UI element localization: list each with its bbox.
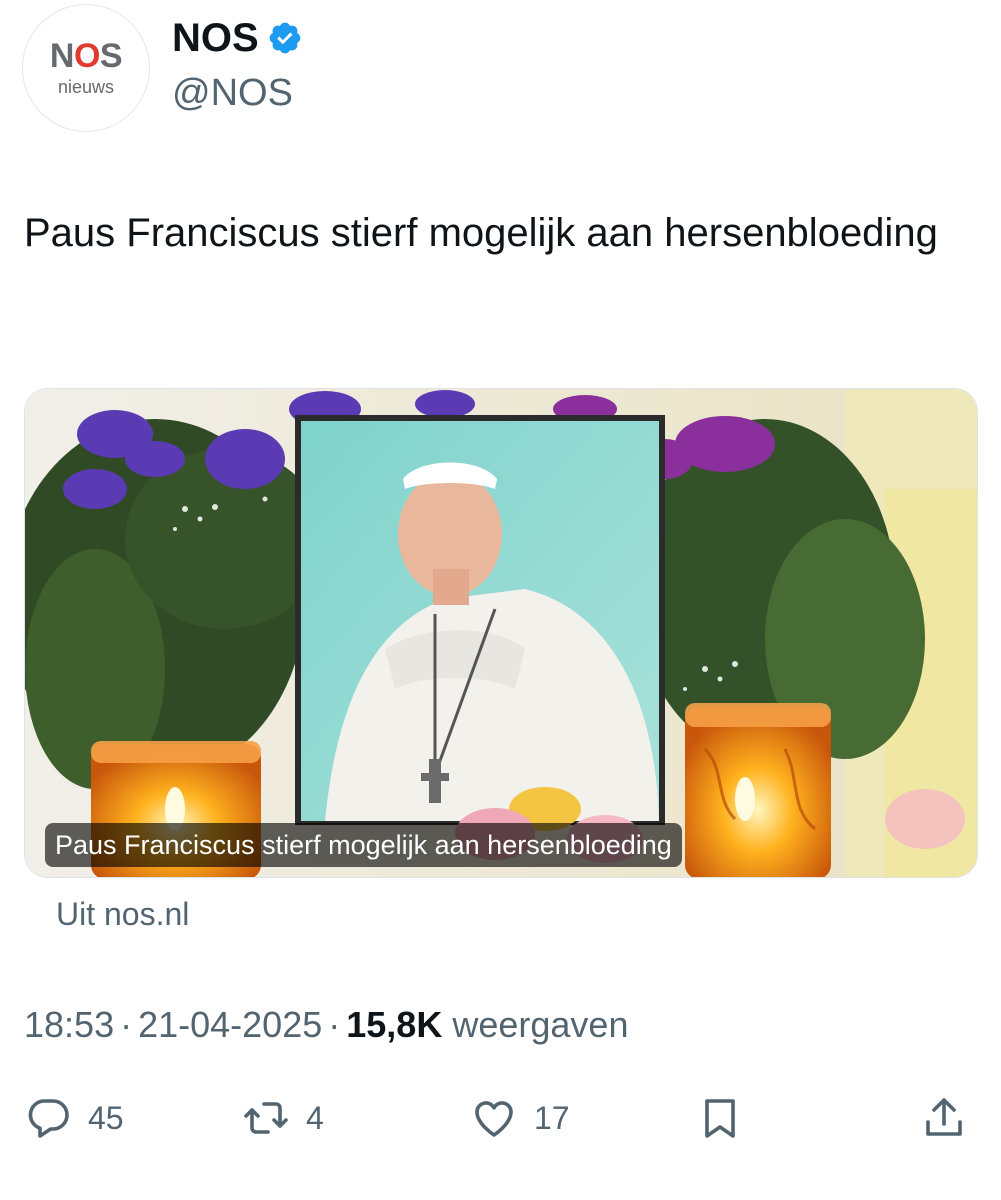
card-image-title: Paus Franciscus stierf mogelijk aan hers…	[45, 823, 682, 867]
tweet-time[interactable]: 18:53	[24, 1004, 114, 1045]
tweet-date[interactable]: 21-04-2025	[138, 1004, 322, 1045]
author-name[interactable]: NOS	[172, 14, 259, 62]
author-handle[interactable]: @NOS	[172, 70, 293, 116]
meta-separator: ·	[328, 1004, 341, 1045]
views-count: 15,8K	[346, 1004, 443, 1045]
retweet-icon	[244, 1102, 288, 1134]
bookmark-icon	[705, 1099, 735, 1138]
reply-icon	[28, 1099, 69, 1138]
like-count: 17	[534, 1099, 570, 1136]
link-card[interactable]: Paus Franciscus stierf mogelijk aan hers…	[24, 388, 978, 878]
reply-count: 45	[88, 1099, 124, 1136]
reply-button[interactable]: 45	[24, 1088, 124, 1148]
link-card-image	[25, 389, 977, 877]
share-icon	[926, 1098, 962, 1136]
author-name-row[interactable]: NOS	[172, 14, 303, 62]
retweet-button[interactable]: 4	[242, 1088, 324, 1148]
views-label: weergaven	[452, 1004, 629, 1045]
bookmark-button[interactable]	[696, 1088, 744, 1148]
action-bar: 45 4 17	[0, 1088, 1001, 1148]
avatar[interactable]: NOS nieuws	[22, 4, 150, 132]
meta-separator: ·	[120, 1004, 133, 1045]
tweet-meta: 18:53 · 21-04-2025 · 15,8K weergaven	[24, 1002, 628, 1048]
retweet-count: 4	[306, 1099, 324, 1136]
nos-logo: NOS	[49, 36, 123, 75]
logo-subtitle: nieuws	[57, 76, 115, 97]
like-button[interactable]: 17	[470, 1088, 570, 1148]
like-icon	[475, 1101, 513, 1137]
share-button[interactable]	[920, 1088, 968, 1148]
card-source-link[interactable]: Uit nos.nl	[56, 894, 189, 934]
tweet-text: Paus Franciscus stierf mogelijk aan hers…	[24, 211, 938, 255]
verified-badge-icon	[269, 22, 301, 54]
